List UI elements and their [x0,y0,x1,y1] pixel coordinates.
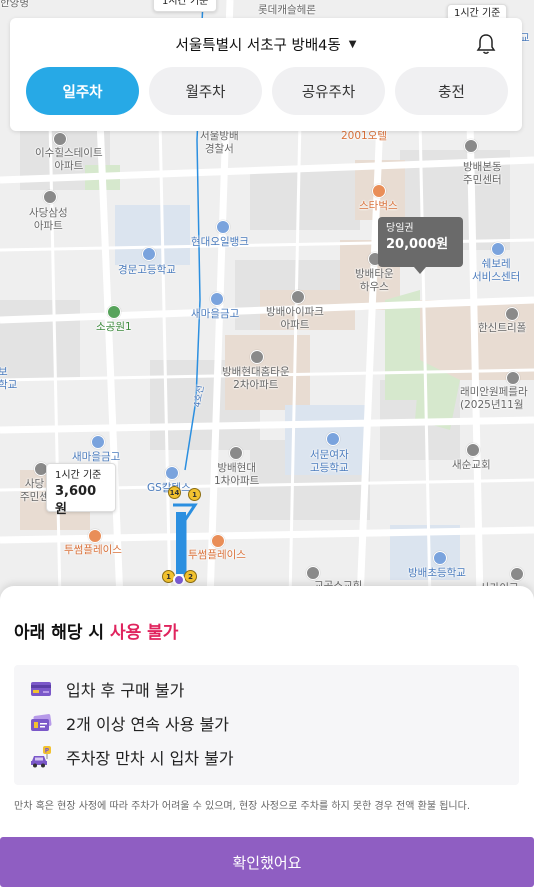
park-icon [107,305,121,319]
map-label: 현대오일뱅크 [191,236,249,248]
rule-item: 2개 이상 연속 사용 불가 [30,711,229,735]
map-label: 방배현대홈타운 2차아파트 [222,366,290,391]
map-label: 방배타운 하우스 [355,268,394,293]
apartment-icon [505,307,519,321]
chevron-down-icon: ▼ [348,38,357,50]
rule-item: 입차 후 구매 불가 [30,677,184,701]
sheet-title-prefix: 아래 해당 시 [14,623,110,643]
map-label: 래미안원페를라 (2025년11월 [460,386,528,411]
rule-item: P 주차장 만차 시 입차 불가 [30,745,234,769]
parking-type-tabs: 일주차 월주차 공유주차 충전 [26,67,508,115]
daily-price-marker[interactable]: 당일권 20,000원 [378,217,463,274]
tab-charging[interactable]: 충전 [395,67,508,115]
apartment-icon [53,132,67,146]
bell-icon[interactable] [476,33,496,55]
map-label: 경문고등학교 [118,264,176,276]
church-icon [466,443,480,457]
building-icon [510,567,524,581]
map-label: 새순교회 [452,459,491,471]
map-label: 이수힐스테이트 아파트 [35,147,103,172]
gas-station-icon [216,220,230,234]
svg-text:P: P [45,748,50,755]
rule-text: 2개 이상 연속 사용 불가 [66,715,230,734]
rules-box: 입차 후 구매 불가 2개 이상 연속 사용 불가 P 주차장 만차 시 입차 … [14,665,519,785]
map-label: 사당삼성 아파트 [29,207,68,232]
map-label: 스타벅스 [359,200,398,212]
map-label: 2001오텔 [341,130,388,142]
map-label: 서울방배 경찰서 [200,130,239,155]
restrictions-sheet: 아래 해당 시 사용 불가 입차 후 구매 불가 2개 이상 연속 사용 불가 [0,586,534,894]
credit-card-icon [31,682,51,696]
tab-shared[interactable]: 공유주차 [272,67,385,115]
cafe-icon [372,184,386,198]
map-label: 서문여자 고등학교 [310,449,349,474]
map-label: 투썸플레이스 [64,544,122,556]
location-selector[interactable]: 서울특별시 서초구 방배4동 ▼ [10,32,522,56]
service-center-icon [491,242,505,256]
current-location-dot [173,574,185,586]
apartment-icon [506,371,520,385]
map-label: 사당 주민센 [20,478,49,503]
price-bubble-top[interactable]: 1시간 기준 [153,0,218,12]
sheet-title: 아래 해당 시 사용 불가 [14,618,178,643]
sheet-title-accent: 사용 불가 [109,623,179,643]
map-label: 쉐보레 서비스센터 [472,258,521,283]
bank-icon [91,435,105,449]
location-text: 서울특별시 서초구 방배4동 [175,37,341,54]
map-label: 방배초등학교 [408,567,466,579]
gas-station-icon [165,466,179,480]
map-label: 롯데캐슬헤론 [258,4,316,16]
cafe-icon [211,534,225,548]
route-pin: 14 [168,486,181,499]
apartment-icon [291,290,305,304]
cafe-icon [88,529,102,543]
header-card: 서울특별시 서초구 방배4동 ▼ 일주차 월주차 공유주차 충전 [10,18,522,131]
tab-daily[interactable]: 일주차 [26,67,139,115]
school-icon [433,551,447,565]
church-icon [306,566,320,580]
map-label: 방배본동 주민센터 [463,161,502,186]
map-label: 투썸플레이스 [188,549,246,561]
school-icon [142,247,156,261]
refund-notice: 만차 혹은 현장 사정에 따라 주차가 어려울 수 있으며, 현장 사정으로 주… [14,801,470,812]
map-label: 방배현대 1차아파트 [214,462,260,487]
route-pin: 2 [184,570,197,583]
confirm-button[interactable]: 확인했어요 [0,837,534,887]
route-pin: 1 [188,488,201,501]
ticket-icon [31,714,52,731]
tab-monthly[interactable]: 월주차 [149,67,262,115]
apartment-icon [229,446,243,460]
rule-text: 주차장 만차 시 입차 불가 [66,749,234,768]
map-label: 소공원1 [96,321,132,333]
map-label: 보 학교 [0,366,18,391]
map-label: 한양병 [0,0,29,9]
rule-text: 입차 후 구매 불가 [66,681,185,700]
map-label: 방배아이파크 아파트 [266,306,324,331]
parking-car-icon: P [31,746,51,768]
apartment-icon [43,190,57,204]
hourly-price-marker[interactable]: 1시간 기준 3,600원 [46,463,116,517]
map-label: 한신트리폴 [478,322,527,334]
apartment-icon [250,350,264,364]
building-icon [464,139,478,153]
bank-icon [210,292,224,306]
school-icon [326,432,340,446]
map-label: 새마을금고 [191,308,240,320]
